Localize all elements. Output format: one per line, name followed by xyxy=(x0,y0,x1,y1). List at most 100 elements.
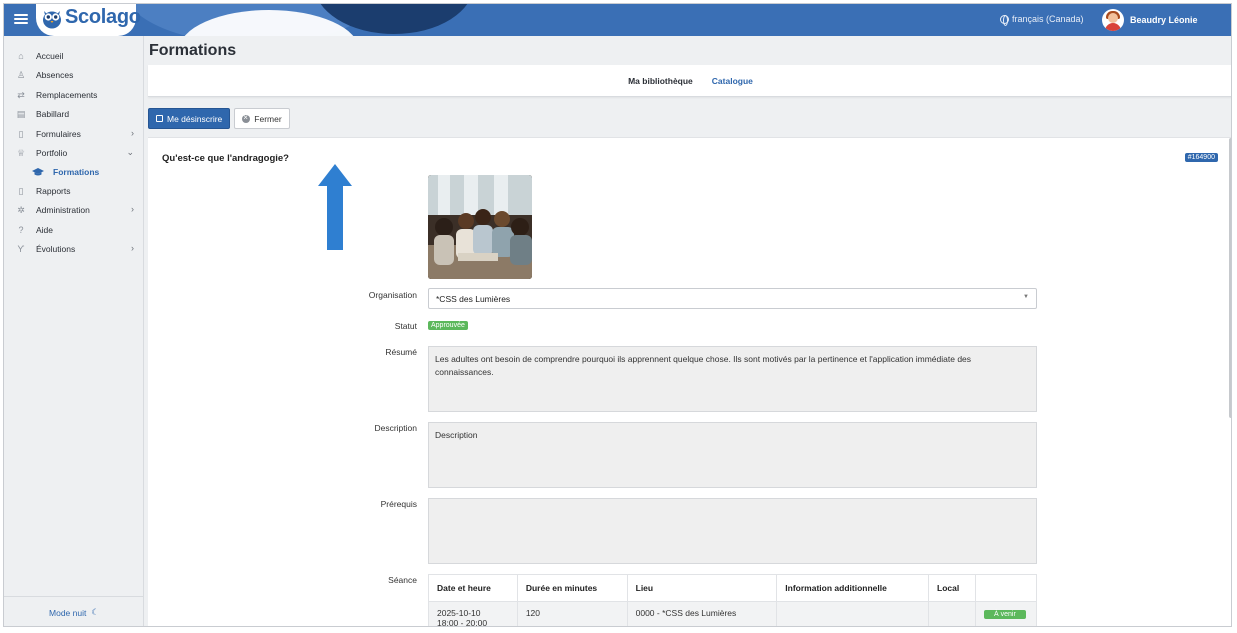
description-field[interactable]: Description xyxy=(428,422,1037,488)
column-header: Information additionnelle xyxy=(776,574,930,602)
sidebar-item-absences[interactable]: ♙ Absences xyxy=(4,66,144,84)
session-time: 18:00 - 20:00 xyxy=(437,618,488,627)
status-badge: Approuvée xyxy=(428,321,468,330)
tab-bar: Ma bibliothèque Catalogue xyxy=(148,65,1231,97)
organisation-value: *CSS des Lumières xyxy=(436,294,511,304)
sidebar-item-evolutions[interactable]: Ƴ Évolutions › xyxy=(4,240,144,258)
training-image xyxy=(428,175,532,279)
globe-icon xyxy=(1000,14,1009,26)
top-bar: Scolago français (Canada) Beaudry Léonie xyxy=(4,4,1231,36)
user-name: Beaudry Léonie xyxy=(1130,15,1198,25)
close-button[interactable]: Fermer xyxy=(234,108,290,129)
home-icon: ⌂ xyxy=(18,51,24,61)
sidebar-item-label: Absences xyxy=(36,70,74,80)
owl-logo-icon xyxy=(43,11,61,29)
sprout-icon: Ƴ xyxy=(17,244,25,254)
resume-label: Résumé xyxy=(385,347,417,357)
moon-icon: ☾ xyxy=(91,607,99,617)
avatar xyxy=(1102,9,1124,31)
sidebar-item-formulaires[interactable]: ▯ Formulaires › xyxy=(4,125,144,143)
close-icon xyxy=(242,113,251,123)
sidebar-item-rapports[interactable]: ▯ Rapports xyxy=(4,182,144,200)
save-icon xyxy=(156,115,163,122)
trophy-icon: ♕ xyxy=(16,147,26,158)
brand-name[interactable]: Scolago xyxy=(65,6,141,29)
scrollbar[interactable] xyxy=(1229,138,1231,418)
prerequis-field[interactable] xyxy=(428,498,1037,564)
page-title: Formations xyxy=(149,42,237,59)
sessions-table: Date et heure Durée en minutes Lieu Info… xyxy=(428,574,1038,627)
night-mode-toggle[interactable]: Mode nuit ☾ xyxy=(4,596,144,626)
prerequis-label: Prérequis xyxy=(380,499,417,509)
sidebar-item-label: Remplacements xyxy=(36,90,98,100)
description-label: Description xyxy=(374,423,417,433)
sidebar-item-portfolio[interactable]: ♕ Portfolio ⌄ xyxy=(4,144,144,162)
question-icon: ? xyxy=(18,225,24,235)
sidebar-item-label: Babillard xyxy=(36,109,70,119)
person-absent-icon: ♙ xyxy=(16,69,26,80)
unsubscribe-label: Me désinscrire xyxy=(167,113,223,124)
chevron-right-icon: › xyxy=(131,204,134,214)
column-header: Local xyxy=(928,574,976,602)
organisation-select[interactable]: *CSS des Lumières ▼ xyxy=(428,288,1037,309)
language-label: français (Canada) xyxy=(1012,14,1084,24)
sidebar-item-babillard[interactable]: ▤ Babillard xyxy=(4,105,144,123)
app-window: Scolago français (Canada) Beaudry Léonie… xyxy=(3,3,1232,627)
night-mode-label: Mode nuit xyxy=(49,607,87,618)
column-header xyxy=(974,574,1038,602)
training-card: Qu'est-ce que l'andragogie? #164900 Orga… xyxy=(148,137,1231,627)
form-icon: ▯ xyxy=(18,128,24,139)
column-header: Date et heure xyxy=(428,574,518,602)
table-row[interactable]: 2025-10-10 18:00 - 20:00 120 0000 - *CSS… xyxy=(428,601,1038,627)
tab-catalogue[interactable]: Catalogue xyxy=(712,76,753,86)
sidebar-item-label: Formations xyxy=(53,167,100,177)
sidebar-item-label: Aide xyxy=(36,225,54,235)
sidebar-item-label: Portfolio xyxy=(36,148,68,158)
status-badge: À venir xyxy=(983,610,1026,619)
sidebar-item-formations[interactable]: Formations xyxy=(4,163,144,181)
graduation-cap-icon xyxy=(32,167,44,177)
caret-down-icon: ▼ xyxy=(1023,294,1029,300)
report-icon: ▯ xyxy=(18,185,24,196)
user-menu[interactable]: Beaudry Léonie xyxy=(1102,9,1198,31)
session-info xyxy=(776,601,930,626)
session-duration: 120 xyxy=(516,601,628,626)
seance-label: Séance xyxy=(388,575,417,585)
id-badge: #164900 xyxy=(1184,153,1218,162)
column-header: Lieu xyxy=(626,574,778,602)
sidebar-item-aide[interactable]: ? Aide xyxy=(4,221,144,239)
sidebar: ⌂ Accueil ♙ Absences ⇄ Remplacements ▤ B… xyxy=(4,36,144,626)
language-selector[interactable]: français (Canada) xyxy=(1000,14,1084,26)
statut-label: Statut xyxy=(394,321,417,331)
unsubscribe-button[interactable]: Me désinscrire xyxy=(148,108,231,129)
swap-icon: ⇄ xyxy=(17,89,25,100)
chevron-right-icon: › xyxy=(131,243,134,253)
menu-icon[interactable] xyxy=(14,12,28,26)
annotation-arrow-icon xyxy=(318,164,352,250)
sidebar-item-label: Administration xyxy=(36,205,90,215)
board-icon: ▤ xyxy=(16,108,26,119)
sidebar-item-label: Formulaires xyxy=(36,129,81,139)
toolbar: Me désinscrire Fermer xyxy=(148,108,290,130)
tab-ma-bibliotheque[interactable]: Ma bibliothèque xyxy=(628,76,693,86)
close-label: Fermer xyxy=(254,113,282,124)
session-local xyxy=(928,601,976,626)
column-header: Durée en minutes xyxy=(516,574,628,602)
sidebar-item-remplacements[interactable]: ⇄ Remplacements xyxy=(4,86,144,104)
main-content: Formations Ma bibliothèque Catalogue Me … xyxy=(148,36,1231,627)
session-status-cell: À venir xyxy=(974,601,1038,626)
sidebar-item-label: Rapports xyxy=(36,186,71,196)
resume-field[interactable]: Les adultes ont besoin de comprendre pou… xyxy=(428,346,1037,412)
chevron-down-icon: ⌄ xyxy=(126,147,134,157)
training-title: Qu'est-ce que l'andragogie? xyxy=(162,153,289,164)
sidebar-item-accueil[interactable]: ⌂ Accueil xyxy=(4,47,144,65)
session-date: 2025-10-10 xyxy=(437,608,481,618)
organisation-label: Organisation xyxy=(368,290,417,300)
table-header-row: Date et heure Durée en minutes Lieu Info… xyxy=(428,574,1038,602)
sidebar-item-administration[interactable]: ✲ Administration › xyxy=(4,201,144,219)
chevron-right-icon: › xyxy=(131,128,134,138)
sidebar-item-label: Évolutions xyxy=(36,244,76,254)
session-location: 0000 - *CSS des Lumières xyxy=(626,601,778,626)
sidebar-item-label: Accueil xyxy=(36,51,64,61)
gear-icon: ✲ xyxy=(17,204,25,215)
